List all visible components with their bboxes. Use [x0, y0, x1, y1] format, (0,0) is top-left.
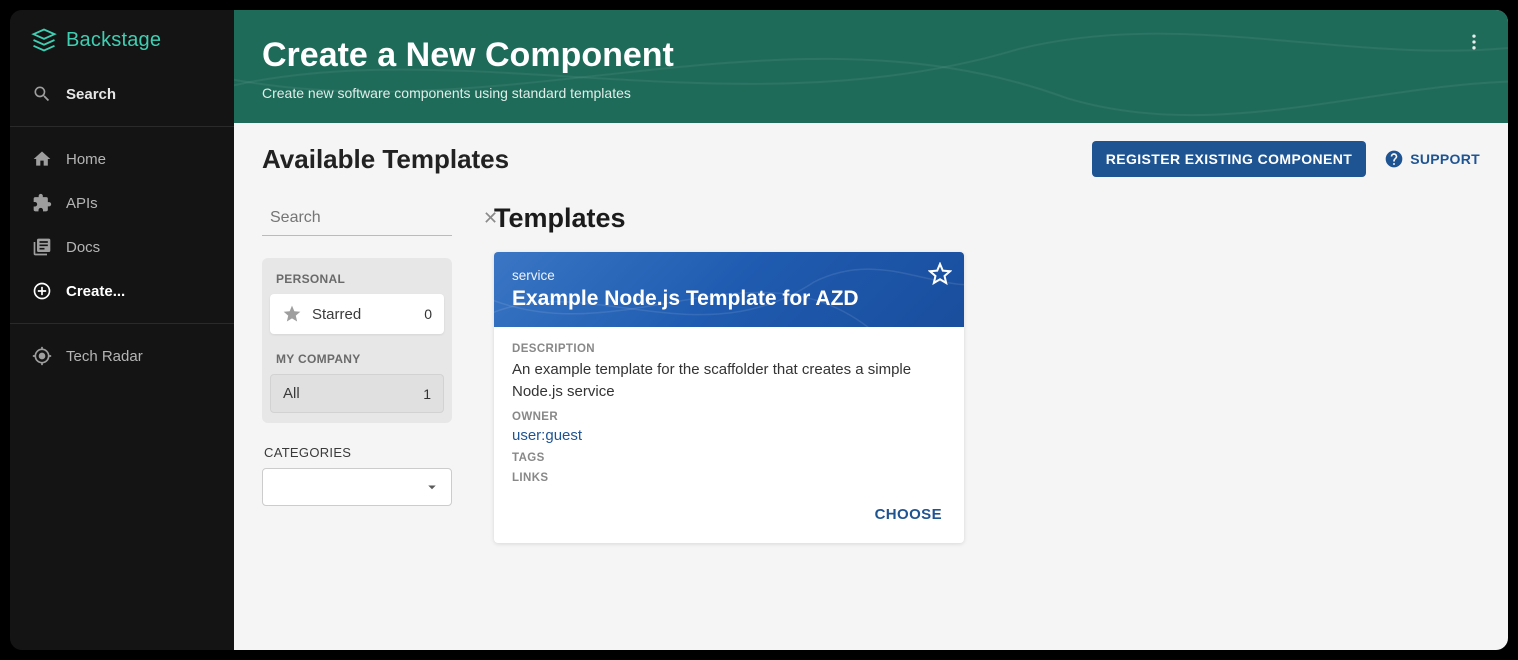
sidebar: Backstage Search Home APIs Docs	[10, 10, 234, 650]
page-subtitle: Create new software components using sta…	[262, 85, 1480, 101]
description-label: DESCRIPTION	[512, 343, 946, 355]
help-icon	[1384, 149, 1404, 169]
categories-select[interactable]	[262, 468, 452, 506]
template-card-body: DESCRIPTION An example template for the …	[494, 327, 964, 496]
backstage-logo-icon	[30, 26, 58, 54]
star-outline-icon	[928, 262, 952, 286]
template-card: service Example Node.js Template for AZD…	[494, 252, 964, 543]
personal-section-label: PERSONAL	[270, 268, 444, 294]
company-section-label: MY COMPANY	[270, 348, 444, 374]
content-area: Available Templates REGISTER EXISTING CO…	[234, 123, 1508, 650]
owner-label: OWNER	[512, 411, 946, 423]
sidebar-search[interactable]: Search	[10, 72, 234, 116]
sidebar-divider	[10, 126, 234, 127]
template-kind: service	[512, 268, 946, 283]
choose-button[interactable]: CHOOSE	[867, 500, 950, 529]
plus-circle-icon	[32, 281, 52, 301]
sidebar-item-label: Home	[66, 151, 106, 168]
action-bar: Available Templates REGISTER EXISTING CO…	[262, 141, 1480, 177]
app-root: Backstage Search Home APIs Docs	[10, 10, 1508, 650]
template-card-header: service Example Node.js Template for AZD	[494, 252, 964, 327]
sidebar-divider	[10, 323, 234, 324]
support-link[interactable]: SUPPORT	[1384, 149, 1480, 169]
template-title: Example Node.js Template for AZD	[512, 287, 946, 311]
header-menu-button[interactable]	[1458, 26, 1490, 58]
sidebar-item-label: Tech Radar	[66, 348, 143, 365]
brand-name: Backstage	[66, 29, 161, 52]
template-card-footer: CHOOSE	[494, 496, 964, 543]
templates-heading: Templates	[494, 203, 1480, 234]
page-header: Create a New Component Create new softwa…	[234, 10, 1508, 123]
template-search-input[interactable]	[270, 209, 477, 227]
target-icon	[32, 346, 52, 366]
action-bar-actions: REGISTER EXISTING COMPONENT SUPPORT	[1092, 141, 1480, 177]
categories-label: CATEGORIES	[264, 445, 452, 460]
sidebar-item-create[interactable]: Create...	[10, 269, 234, 313]
template-owner-link[interactable]: user:guest	[512, 427, 946, 444]
filter-starred-count: 0	[424, 306, 432, 322]
template-search-field[interactable]: ✕	[262, 203, 452, 236]
favorite-button[interactable]	[928, 262, 952, 291]
filter-panel: PERSONAL Starred 0 MY COMPANY All	[262, 258, 452, 423]
tags-label: TAGS	[512, 452, 946, 464]
template-description: An example template for the scaffolder t…	[512, 359, 946, 403]
puzzle-icon	[32, 193, 52, 213]
support-label: SUPPORT	[1410, 151, 1480, 167]
star-icon	[282, 304, 302, 324]
filter-all[interactable]: All 1	[270, 374, 444, 413]
register-existing-button[interactable]: REGISTER EXISTING COMPONENT	[1092, 141, 1367, 177]
sidebar-item-label: Create...	[66, 283, 125, 300]
sidebar-item-apis[interactable]: APIs	[10, 181, 234, 225]
sidebar-item-label: Docs	[66, 239, 100, 256]
section-heading: Available Templates	[262, 144, 509, 175]
links-label: LINKS	[512, 472, 946, 484]
sidebar-item-label: APIs	[66, 195, 98, 212]
templates-column: Templates service Example Node.js Templa…	[494, 203, 1480, 543]
filter-all-count: 1	[423, 386, 431, 402]
main: Create a New Component Create new softwa…	[234, 10, 1508, 650]
search-icon	[32, 84, 52, 104]
sidebar-search-label: Search	[66, 86, 116, 103]
sidebar-item-docs[interactable]: Docs	[10, 225, 234, 269]
chevron-down-icon	[423, 478, 441, 496]
filters-column: ✕ PERSONAL Starred 0 MY COMPANY	[262, 203, 452, 506]
page-title: Create a New Component	[262, 36, 1480, 75]
filter-all-label: All	[283, 385, 300, 402]
sidebar-item-home[interactable]: Home	[10, 137, 234, 181]
filter-starred-label: Starred	[312, 306, 361, 323]
brand-logo[interactable]: Backstage	[10, 10, 234, 66]
home-icon	[32, 149, 52, 169]
columns: ✕ PERSONAL Starred 0 MY COMPANY	[262, 203, 1480, 543]
docs-icon	[32, 237, 52, 257]
filter-starred[interactable]: Starred 0	[270, 294, 444, 334]
kebab-icon	[1464, 32, 1484, 52]
sidebar-item-tech-radar[interactable]: Tech Radar	[10, 334, 234, 378]
